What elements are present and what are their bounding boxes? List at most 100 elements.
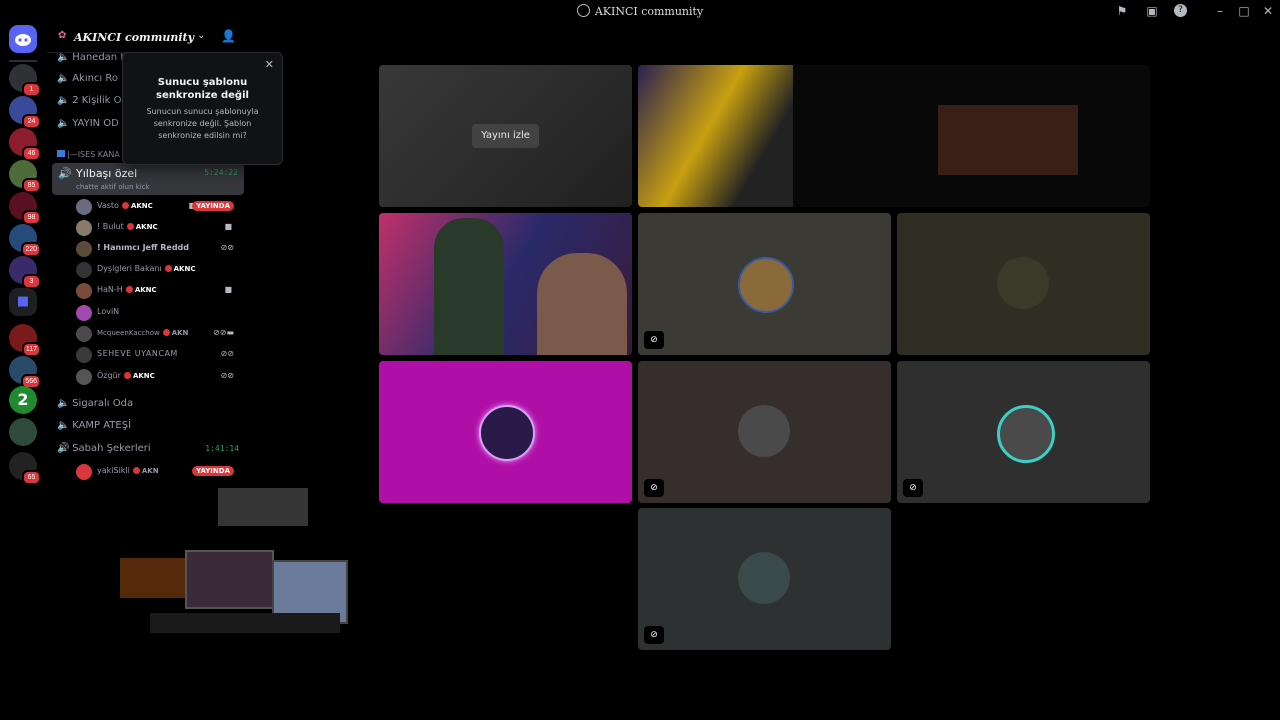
live-badge: YAYINDA: [192, 466, 234, 476]
voice-user[interactable]: ! Hanımcı Jeff Reddd ⊘⊘: [76, 239, 244, 259]
voice-channel[interactable]: 🔈 2 Kişilik O: [57, 95, 121, 113]
flag-icon[interactable]: ⚑: [1114, 3, 1130, 19]
template-sync-popup: ✕ Sunucu şablonu senkronize değil Sunucu…: [122, 52, 283, 165]
voice-channel[interactable]: 🔊 Sabah Şekerleri 1:41:14: [57, 443, 239, 461]
unread-badge: 1: [22, 82, 41, 97]
clan-tag: AKN: [132, 467, 159, 475]
discord-home-icon[interactable]: [9, 25, 37, 53]
camera-icon: ■: [224, 222, 232, 231]
popup-title: Sunucu şablonu senkronize değil: [156, 77, 249, 101]
avatar: [76, 262, 92, 278]
server-icon[interactable]: 220: [9, 224, 41, 257]
muted-icon: ⊘: [644, 479, 664, 497]
close-button[interactable]: ✕: [1258, 2, 1278, 20]
server-rail: 1 24 46 85 98 220 3 ■ 117 566 2 65: [0, 22, 46, 488]
avatar: [738, 552, 790, 604]
server-icon[interactable]: 46: [9, 128, 41, 161]
voice-user[interactable]: VastoAKNC ■ YAYINDA: [76, 197, 244, 217]
category-flag-icon: [57, 150, 65, 157]
server-icon[interactable]: 65: [9, 452, 41, 485]
clan-tag: AKNC: [123, 372, 155, 380]
voice-user[interactable]: HaN-H AKNC ■: [76, 281, 244, 301]
voice-tile[interactable]: ⊘: [897, 361, 1150, 503]
window-title: AKINCI community: [0, 4, 1280, 18]
voice-user[interactable]: Özgür AKNC ⊘⊘: [76, 367, 244, 387]
avatar: [76, 241, 92, 257]
voice-channel[interactable]: 🔈 KAMP ATEŞİ: [57, 420, 131, 438]
voice-tile[interactable]: ⊘: [638, 213, 891, 355]
stream-tile[interactable]: Yayını izle: [379, 65, 632, 207]
channel-name: Yılbaşı özel: [76, 167, 138, 180]
user-name: Dyşigleri Bakanı: [97, 264, 162, 273]
popup-description: Sunucun sunucu şablonuyla senkronize değ…: [146, 107, 259, 140]
muted-icon: ⊘: [903, 479, 923, 497]
stream-tile[interactable]: [638, 65, 1150, 207]
voice-user[interactable]: Dyşigleri Bakanı AKNC: [76, 260, 244, 280]
unread-badge: 98: [22, 210, 41, 225]
avatar: [76, 220, 92, 236]
help-icon[interactable]: ?: [1174, 4, 1187, 17]
unread-badge: 85: [22, 178, 41, 193]
user-name: HaN-H: [97, 285, 123, 294]
channel-timer: 1:41:14: [205, 444, 239, 453]
voice-user[interactable]: LoviN: [76, 303, 244, 323]
server-header[interactable]: ✿ AKINCI community ⌄ 👤: [47, 22, 249, 53]
user-name: Vasto: [97, 201, 119, 210]
speaker-icon: 🔈: [57, 118, 70, 129]
muted-icon: ⊘⊘: [220, 349, 234, 358]
discord-logo-icon: [15, 34, 31, 46]
server-icon[interactable]: 117: [9, 324, 41, 357]
avatar: [76, 369, 92, 385]
speaker-icon: 🔈: [57, 73, 70, 84]
screen-share-icon[interactable]: ▣: [1144, 3, 1160, 19]
clan-tag: AKNC: [125, 286, 157, 294]
clan-tag: AKNC: [126, 223, 158, 231]
close-icon[interactable]: ✕: [265, 58, 274, 71]
voice-tile[interactable]: [379, 361, 632, 503]
server-icon[interactable]: 566: [9, 356, 41, 389]
camera-icon: ■: [224, 285, 232, 294]
muted-icon: ⊘⊘▬: [213, 328, 234, 337]
server-icon[interactable]: 1: [9, 64, 41, 97]
title-bar: AKINCI community ⚑ ▣ ? – □ ✕: [0, 0, 1280, 22]
unread-badge: 220: [21, 242, 41, 257]
minimize-button[interactable]: –: [1210, 2, 1230, 20]
voice-channel[interactable]: 🔈 Hanedan K: [57, 52, 127, 70]
server-icon[interactable]: 2: [9, 386, 37, 414]
folder-icon[interactable]: ■: [9, 288, 37, 316]
server-icon[interactable]: 3: [9, 256, 41, 289]
active-voice-channel[interactable]: 🔊 Yılbaşı özel 5:24:22 chatte aktif olun…: [52, 163, 244, 195]
video-tile[interactable]: [379, 213, 632, 355]
speaker-icon: 🔊: [57, 443, 70, 454]
unread-badge: 117: [21, 342, 41, 357]
voice-user[interactable]: McqueenKacchow AKN ⊘⊘▬: [76, 324, 244, 344]
channel-category[interactable]: |—ISES KANA: [57, 150, 120, 159]
server-icon[interactable]: 24: [9, 96, 41, 129]
server-icon[interactable]: 98: [9, 192, 41, 225]
voice-channel[interactable]: 🔈 Akıncı Ro: [57, 73, 118, 91]
watch-stream-button[interactable]: Yayını izle: [472, 124, 539, 148]
server-icon[interactable]: 85: [9, 160, 41, 193]
maximize-button[interactable]: □: [1234, 2, 1254, 20]
add-user-icon[interactable]: 👤: [221, 29, 236, 43]
clan-tag: AKNC: [164, 265, 195, 273]
channel-status: chatte aktif olun kick: [76, 183, 150, 191]
muted-icon: ⊘: [644, 331, 664, 349]
voice-channel[interactable]: 🔈 YAYIN OD: [57, 118, 119, 136]
voice-user[interactable]: SEHEVE UYANCAM ⊘⊘: [76, 345, 244, 365]
background-desk-image: [110, 488, 350, 658]
voice-channel[interactable]: 🔈 Sigaralı Oda: [57, 398, 133, 416]
voice-user[interactable]: ! Bulut AKNC ■: [76, 218, 244, 238]
voice-tile[interactable]: [897, 213, 1150, 355]
avatar: [738, 257, 794, 313]
voice-tile[interactable]: ⊘: [638, 361, 891, 503]
speaker-icon: 🔈: [57, 52, 70, 63]
server-icon[interactable]: [9, 418, 37, 446]
muted-icon: ⊘⊘: [220, 243, 234, 252]
unread-badge: 65: [22, 470, 41, 485]
live-badge: YAYINDA: [192, 201, 234, 211]
voice-user[interactable]: yakiSikli AKN YAYINDA: [76, 462, 244, 482]
chevron-down-icon[interactable]: ⌄: [197, 30, 205, 41]
voice-tile[interactable]: ⊘: [638, 508, 891, 650]
avatar: [76, 464, 92, 480]
